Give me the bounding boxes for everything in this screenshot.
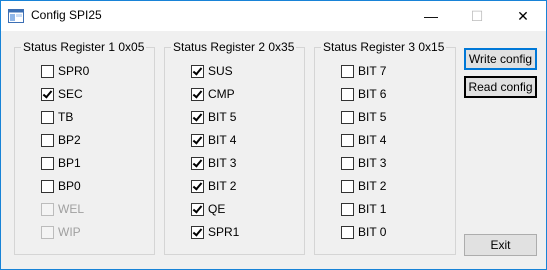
checkbox-label: BIT 5 (358, 110, 387, 124)
checkbox-box[interactable] (191, 180, 204, 193)
checkbox-label: SUS (208, 64, 233, 78)
checkbox-box[interactable] (191, 134, 204, 147)
minimize-button[interactable]: — (408, 1, 454, 31)
checkbox-label: TB (58, 110, 74, 124)
app-window-icon (8, 8, 24, 24)
group-title: Status Register 3 0x15 (321, 40, 447, 54)
checkbox-label: BIT 3 (358, 156, 387, 170)
checkbox-label: BIT 2 (208, 179, 237, 193)
title-bar[interactable]: Config SPI25 — ☐ ✕ (1, 1, 546, 31)
checkbox-box[interactable] (191, 226, 204, 239)
checkbox-label: BP2 (58, 133, 81, 147)
checkbox-box[interactable] (191, 157, 204, 170)
checkbox-box[interactable] (41, 180, 54, 193)
checkbox-box[interactable] (341, 134, 354, 147)
status-register-2-group: Status Register 2 0x35 SUS CMP BIT 5 BIT 4 B… (164, 40, 305, 255)
checkbox-box[interactable] (341, 88, 354, 101)
checkbox-box[interactable] (341, 111, 354, 124)
window-title: Config SPI25 (31, 8, 102, 22)
exit-button[interactable]: Exit (464, 234, 537, 256)
group-title: Status Register 2 0x35 (171, 40, 297, 54)
status-register-3-group: Status Register 3 0x15 BIT 7 BIT 6 BIT 5 BI… (314, 40, 456, 255)
checkbox-label: BP1 (58, 156, 81, 170)
checkbox-box[interactable] (341, 180, 354, 193)
checkbox-label: QE (208, 202, 226, 216)
checkbox-label: WEL (58, 202, 85, 216)
maximize-button[interactable]: ☐ (454, 1, 500, 31)
checkbox-box[interactable] (341, 157, 354, 170)
checkbox-label: BIT 7 (358, 64, 387, 78)
checkbox-box[interactable] (191, 203, 204, 216)
checkbox-box[interactable] (41, 111, 54, 124)
checkbox-label: BIT 4 (208, 133, 237, 147)
group-title: Status Register 1 0x05 (21, 40, 147, 54)
checkbox-label: BIT 2 (358, 179, 387, 193)
checkbox-box[interactable] (341, 203, 354, 216)
checkbox-box[interactable] (191, 65, 204, 78)
checkbox-box[interactable] (41, 88, 54, 101)
checkbox-label: BIT 0 (358, 225, 387, 239)
write-config-button[interactable]: Write config (464, 48, 537, 70)
checkbox-box[interactable] (341, 65, 354, 78)
checkbox-label: SPR0 (58, 64, 90, 78)
close-button[interactable]: ✕ (500, 1, 546, 31)
checkbox-box[interactable] (341, 226, 354, 239)
checkbox-label: CMP (208, 87, 235, 101)
checkbox-label: SPR1 (208, 225, 240, 239)
checkbox-label: BIT 4 (358, 133, 387, 147)
checkbox-box[interactable] (41, 134, 54, 147)
checkbox-box (41, 226, 54, 239)
read-config-button[interactable]: Read config (464, 76, 537, 98)
checkbox-box (41, 203, 54, 216)
checkbox-label: SEC (58, 87, 83, 101)
checkbox-label: WIP (58, 225, 81, 239)
checkbox-box[interactable] (41, 157, 54, 170)
status-register-1-group: Status Register 1 0x05 SPR0 SEC TB BP2 BP1 BP… (14, 40, 155, 255)
checkbox-label: BIT 1 (358, 202, 387, 216)
checkbox-box[interactable] (191, 111, 204, 124)
checkbox-label: BP0 (58, 179, 81, 193)
config-window: Config SPI25 — ☐ ✕ Status Register 1 0x0… (0, 0, 547, 270)
checkbox-label: BIT 3 (208, 156, 237, 170)
checkbox-label: BIT 6 (358, 87, 387, 101)
checkbox-box[interactable] (191, 88, 204, 101)
checkbox-box[interactable] (41, 65, 54, 78)
checkbox-label: BIT 5 (208, 110, 237, 124)
